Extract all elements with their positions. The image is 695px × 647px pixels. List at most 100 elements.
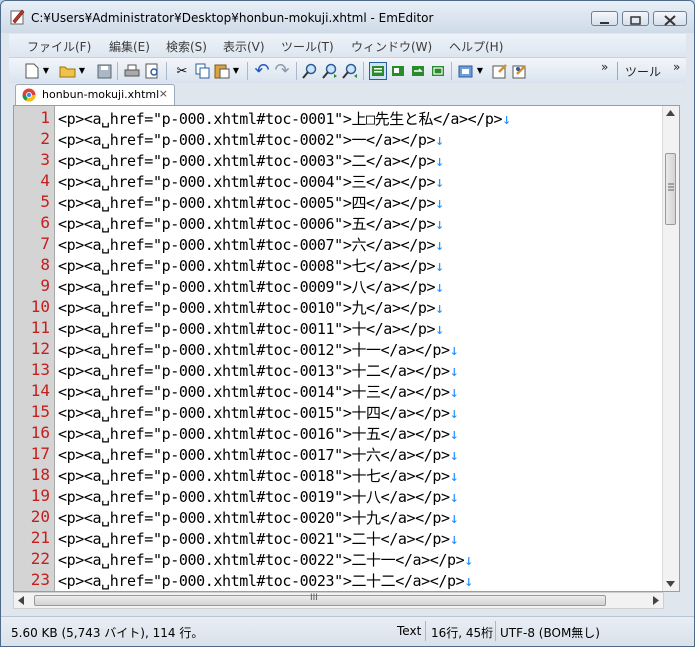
paste-icon[interactable]: [213, 62, 231, 80]
line-number: 22: [30, 549, 50, 568]
code-line[interactable]: 8 <p><a␣href="p-000.xhtml#toc-0008">七</a>…: [14, 254, 666, 275]
copy-icon[interactable]: [193, 62, 211, 80]
menu-view[interactable]: 表示(V): [223, 38, 265, 55]
close-button[interactable]: [653, 11, 687, 26]
code-line[interactable]: 20 <p><a␣href="p-000.xhtml#toc-0020">十九</…: [14, 506, 666, 527]
tools-toolbar-label[interactable]: ツール: [625, 63, 661, 80]
line-text: <p><a␣href="p-000.xhtml#toc-0012">十一</a>…: [58, 339, 459, 360]
status-encoding[interactable]: UTF-8 (BOM無し): [500, 624, 600, 641]
cut-icon[interactable]: ✂: [173, 62, 191, 80]
code-line[interactable]: 12 <p><a␣href="p-000.xhtml#toc-0012">十一</…: [14, 338, 666, 359]
line-number: 4: [40, 171, 50, 190]
line-content: <p><a␣href="p-000.xhtml#toc-0006">五</a><…: [58, 215, 436, 233]
tools-toolbar-overflow-chevron-icon[interactable]: »: [673, 60, 680, 74]
menu-window[interactable]: ウィンドウ(W): [351, 38, 432, 55]
customize-icon[interactable]: [511, 62, 529, 80]
code-line[interactable]: 7 <p><a␣href="p-000.xhtml#toc-0007">六</a>…: [14, 233, 666, 254]
close-icon: [664, 15, 676, 26]
code-line[interactable]: 18 <p><a␣href="p-000.xhtml#toc-0018">十七</…: [14, 464, 666, 485]
code-line[interactable]: 5 <p><a␣href="p-000.xhtml#toc-0005">四</a>…: [14, 191, 666, 212]
line-content: <p><a␣href="p-000.xhtml#toc-0005">四</a><…: [58, 194, 436, 212]
code-line[interactable]: 19 <p><a␣href="p-000.xhtml#toc-0019">十八</…: [14, 485, 666, 506]
code-line[interactable]: 4 <p><a␣href="p-000.xhtml#toc-0004">三</a>…: [14, 170, 666, 191]
line-text: <p><a␣href="p-000.xhtml#toc-0001">上□先生と私…: [58, 108, 511, 129]
layout-wrap-icon[interactable]: [389, 62, 407, 80]
line-number: 6: [40, 213, 50, 232]
find-next-icon[interactable]: [321, 62, 339, 80]
menu-help[interactable]: ヘルプ(H): [449, 38, 503, 55]
menu-tools[interactable]: ツール(T): [281, 38, 334, 55]
line-text: <p><a␣href="p-000.xhtml#toc-0005">四</a><…: [58, 192, 444, 213]
line-number: 1: [40, 108, 50, 127]
status-cursor-position[interactable]: 16行, 45桁: [431, 624, 493, 641]
open-folder-icon[interactable]: [59, 62, 77, 80]
paste-dropdown-icon[interactable]: ▼: [231, 62, 241, 80]
find-previous-icon[interactable]: [341, 62, 359, 80]
minimize-button[interactable]: [591, 11, 618, 26]
new-file-dropdown-icon[interactable]: ▼: [41, 62, 51, 80]
open-dropdown-icon[interactable]: ▼: [77, 62, 87, 80]
scroll-up-arrow-icon[interactable]: [666, 110, 675, 116]
tab-honbun-mokuji[interactable]: honbun-mokuji.xhtml ×: [15, 84, 175, 105]
print-preview-icon[interactable]: [143, 62, 161, 80]
new-file-icon[interactable]: [23, 62, 41, 80]
macro-dropdown-icon[interactable]: ▼: [475, 62, 485, 80]
menu-file[interactable]: ファイル(F): [27, 38, 91, 55]
properties-icon[interactable]: [491, 62, 509, 80]
code-line[interactable]: 23 <p><a␣href="p-000.xhtml#toc-0023">二十二<…: [14, 569, 666, 590]
macro-icon[interactable]: [457, 62, 475, 80]
maximize-button[interactable]: [622, 11, 649, 26]
status-mode[interactable]: Text: [397, 624, 421, 638]
code-line[interactable]: 21 <p><a␣href="p-000.xhtml#toc-0021">二十</…: [14, 527, 666, 548]
code-line[interactable]: 6 <p><a␣href="p-000.xhtml#toc-0006">五</a>…: [14, 212, 666, 233]
tab-bar: honbun-mokuji.xhtml ×: [9, 83, 686, 105]
title-bar[interactable]: C:¥Users¥Administrator¥Desktop¥honbun-mo…: [1, 1, 694, 33]
vertical-scrollbar[interactable]: [662, 106, 679, 591]
code-line[interactable]: 10 <p><a␣href="p-000.xhtml#toc-0010">九</a…: [14, 296, 666, 317]
line-content: <p><a␣href="p-000.xhtml#toc-0015">十四</a>…: [58, 404, 450, 422]
line-content: <p><a␣href="p-000.xhtml#toc-0022">二十一</a…: [58, 551, 465, 569]
save-icon[interactable]: [95, 62, 113, 80]
toolbar-overflow-chevron-icon[interactable]: »: [601, 60, 608, 74]
line-content: <p><a␣href="p-000.xhtml#toc-0017">十六</a>…: [58, 446, 450, 464]
code-line[interactable]: 2 <p><a␣href="p-000.xhtml#toc-0002">一</a>…: [14, 128, 666, 149]
print-icon[interactable]: [123, 62, 141, 80]
vertical-scroll-thumb[interactable]: [665, 153, 676, 225]
line-text: <p><a␣href="p-000.xhtml#toc-0015">十四</a>…: [58, 402, 459, 423]
layout-page-wrap-icon[interactable]: [429, 62, 447, 80]
status-separator: [495, 621, 496, 641]
menu-edit[interactable]: 編集(E): [109, 38, 150, 55]
line-text: <p><a␣href="p-000.xhtml#toc-0014">十三</a>…: [58, 381, 459, 402]
scroll-down-arrow-icon[interactable]: [666, 581, 675, 587]
scroll-right-arrow-icon[interactable]: [653, 596, 659, 605]
tab-close-icon[interactable]: ×: [159, 87, 168, 100]
code-line[interactable]: 1 <p><a␣href="p-000.xhtml#toc-0001">上□先生と…: [14, 107, 666, 128]
find-icon[interactable]: [301, 62, 319, 80]
line-content: <p><a␣href="p-000.xhtml#toc-0002">一</a><…: [58, 131, 436, 149]
scroll-grip-icon: III: [310, 593, 318, 603]
scroll-left-arrow-icon[interactable]: [18, 596, 24, 605]
menu-bar: ファイル(F) 編集(E) 検索(S) 表示(V) ツール(T) ウィンドウ(W…: [9, 34, 686, 56]
code-line[interactable]: 11 <p><a␣href="p-000.xhtml#toc-0011">十</a…: [14, 317, 666, 338]
toolbar-separator: [247, 62, 248, 80]
code-line[interactable]: 13 <p><a␣href="p-000.xhtml#toc-0013">十二</…: [14, 359, 666, 380]
code-line[interactable]: 17 <p><a␣href="p-000.xhtml#toc-0017">十六</…: [14, 443, 666, 464]
menu-search[interactable]: 検索(S): [166, 38, 207, 55]
code-line[interactable]: 15 <p><a␣href="p-000.xhtml#toc-0015">十四</…: [14, 401, 666, 422]
horizontal-scroll-thumb[interactable]: III: [34, 593, 606, 606]
text-editor[interactable]: 1 <p><a␣href="p-000.xhtml#toc-0001">上□先生と…: [13, 105, 680, 592]
code-line[interactable]: 16 <p><a␣href="p-000.xhtml#toc-0016">十五</…: [14, 422, 666, 443]
code-line[interactable]: 3 <p><a␣href="p-000.xhtml#toc-0003">二</a>…: [14, 149, 666, 170]
end-of-line-mark-icon: ↓: [449, 467, 459, 485]
line-content: <p><a␣href="p-000.xhtml#toc-0020">十九</a>…: [58, 509, 450, 527]
code-line[interactable]: 14 <p><a␣href="p-000.xhtml#toc-0014">十三</…: [14, 380, 666, 401]
line-content: <p><a␣href="p-000.xhtml#toc-0007">六</a><…: [58, 236, 436, 254]
line-content: <p><a␣href="p-000.xhtml#toc-0019">十八</a>…: [58, 488, 450, 506]
horizontal-scrollbar[interactable]: III: [13, 592, 664, 609]
code-line[interactable]: 9 <p><a␣href="p-000.xhtml#toc-0009">八</a>…: [14, 275, 666, 296]
redo-icon[interactable]: ↷: [273, 62, 291, 80]
layout-normal-icon[interactable]: [369, 62, 387, 80]
code-line[interactable]: 22 <p><a␣href="p-000.xhtml#toc-0022">二十一<…: [14, 548, 666, 569]
layout-window-wrap-icon[interactable]: [409, 62, 427, 80]
undo-icon[interactable]: ↶: [253, 62, 271, 80]
